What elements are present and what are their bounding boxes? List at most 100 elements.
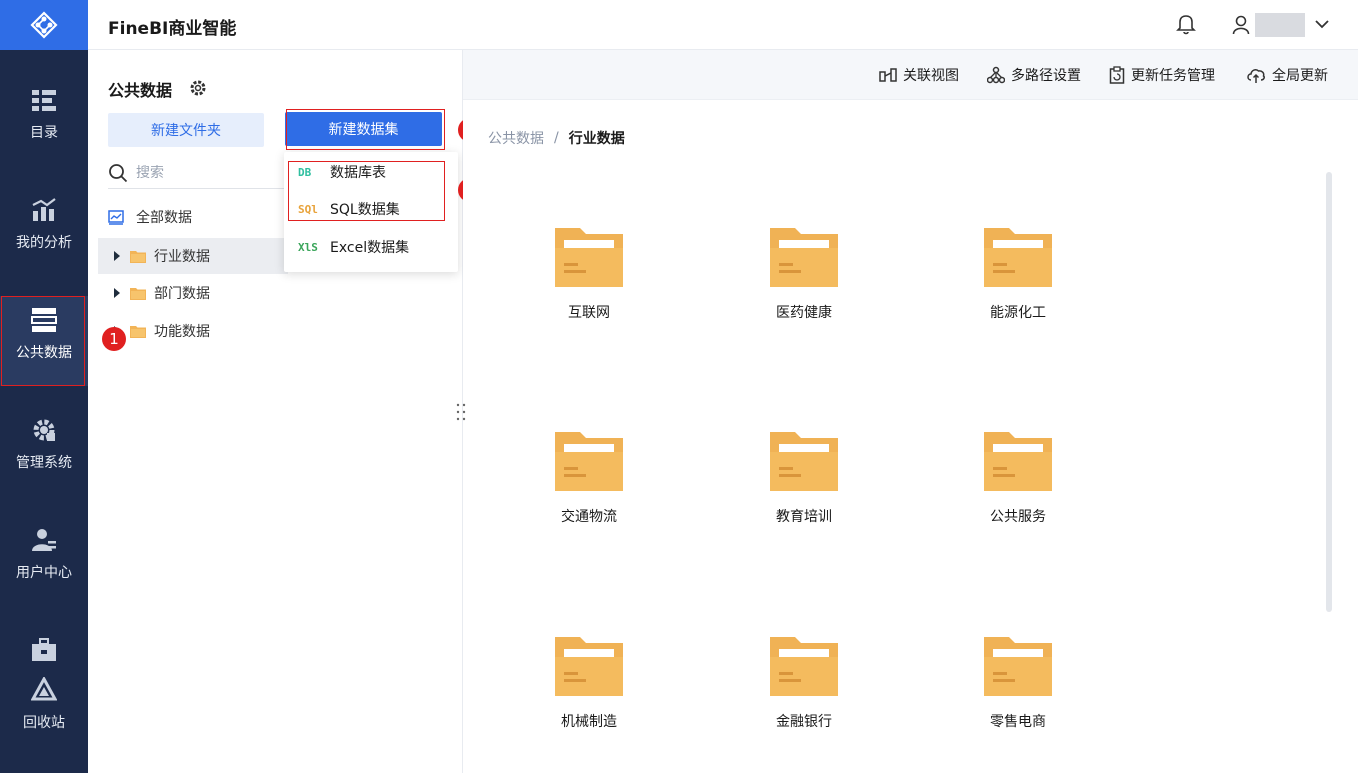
top-header: FineBI商业智能 (88, 0, 1358, 50)
nav-item-catalog[interactable]: 目录 (0, 86, 88, 142)
logo-icon (30, 11, 58, 39)
folder-label: 能源化工 (990, 305, 1046, 321)
folder-icon (984, 637, 1052, 696)
tree-item-industry[interactable]: 行业数据 (98, 238, 288, 274)
breadcrumb-current: 行业数据 (568, 131, 625, 147)
excel-icon: XlS (298, 240, 318, 254)
app-title: FineBI商业智能 (108, 19, 237, 39)
catalog-icon (30, 86, 58, 114)
toolbar-label: 关联视图 (903, 68, 959, 84)
folder-label: 金融银行 (776, 714, 832, 730)
dropdown-item-label: Excel数据集 (330, 240, 410, 256)
update-task-button[interactable]: 更新任务管理 (1109, 65, 1215, 85)
app-root: 目录 我的分析 公共数据 管理系统 用户中心 回收站 FineBI商业智能 公共… (0, 0, 1358, 773)
folder-icon (130, 288, 146, 300)
clipboard-icon (1109, 66, 1125, 84)
folder-icon (555, 637, 623, 696)
folder-item[interactable]: 公共服务 (958, 430, 1078, 526)
tree-root[interactable]: 全部数据 (98, 199, 288, 235)
chevron-down-icon[interactable] (1314, 16, 1330, 32)
folder-label: 交通物流 (561, 509, 617, 525)
left-nav: 目录 我的分析 公共数据 管理系统 用户中心 回收站 (0, 0, 88, 773)
tree-item-function[interactable]: 功能数据 (98, 313, 288, 349)
search-icon (109, 163, 128, 182)
folder-icon (770, 432, 838, 491)
gear-icon (30, 416, 58, 444)
multipath-settings-button[interactable]: 多路径设置 (987, 65, 1081, 85)
folder-icon (130, 251, 146, 263)
breadcrumb-separator: / (554, 130, 559, 146)
folder-item[interactable]: 零售电商 (958, 635, 1078, 731)
cloud-update-icon (1247, 69, 1265, 83)
user-center-icon (30, 526, 58, 554)
nav-item-tools[interactable] (0, 636, 88, 672)
relation-view-button[interactable]: 关联视图 (879, 65, 959, 85)
search-box (108, 157, 288, 189)
multipath-icon (987, 66, 1005, 84)
folder-label: 医药健康 (776, 305, 832, 321)
folder-label: 公共服务 (990, 509, 1046, 525)
folder-item[interactable]: 金融银行 (744, 635, 864, 731)
highlight-box-nav (1, 296, 85, 386)
toolbar-label: 更新任务管理 (1131, 68, 1215, 84)
nav-item-manage-system[interactable]: 管理系统 (0, 416, 88, 472)
global-update-button[interactable]: 全局更新 (1246, 65, 1328, 85)
tree-root-label: 全部数据 (136, 210, 192, 226)
folder-icon (130, 326, 146, 338)
main-content: 关联视图 多路径设置 更新任务管理 全局更新 公共数据 / 行业数据 互联网 医药… (463, 50, 1358, 773)
nav-label: 我的分析 (16, 235, 72, 251)
folder-item[interactable]: 机械制造 (529, 635, 649, 731)
folder-label: 互联网 (568, 305, 610, 321)
tree-item-department[interactable]: 部门数据 (98, 275, 288, 311)
breadcrumb-parent[interactable]: 公共数据 (488, 128, 544, 148)
all-data-icon (108, 210, 124, 225)
user-name-placeholder[interactable] (1255, 13, 1305, 37)
panel-resize-handle-icon[interactable] (456, 403, 466, 421)
new-folder-button[interactable]: 新建文件夹 (108, 113, 264, 147)
folder-item[interactable]: 医药健康 (744, 226, 864, 322)
folder-icon (770, 637, 838, 696)
dropdown-item-excel-dataset[interactable]: XlS Excel数据集 (284, 229, 458, 265)
bell-icon[interactable] (1176, 13, 1196, 35)
tree-item-label: 行业数据 (154, 249, 210, 265)
scrollbar[interactable] (1326, 172, 1332, 612)
folder-item[interactable]: 交通物流 (529, 430, 649, 526)
breadcrumb: 公共数据 / 行业数据 (488, 128, 625, 148)
search-input[interactable] (136, 164, 276, 181)
nav-label: 回收站 (23, 715, 65, 731)
analysis-icon (30, 196, 58, 224)
toolbar-label: 多路径设置 (1011, 68, 1081, 84)
logo[interactable] (0, 0, 88, 50)
caret-right-icon[interactable] (114, 251, 120, 261)
folder-label: 教育培训 (776, 509, 832, 525)
folder-label: 零售电商 (990, 714, 1046, 730)
highlight-box-new-dataset (286, 109, 445, 150)
nav-item-analysis[interactable]: 我的分析 (0, 196, 88, 252)
nav-item-user-center[interactable]: 用户中心 (0, 526, 88, 582)
folder-item[interactable]: 互联网 (529, 226, 649, 322)
nav-label: 管理系统 (16, 455, 72, 471)
folder-icon (984, 228, 1052, 287)
nav-item-recycle[interactable]: 回收站 (0, 676, 88, 732)
relation-view-icon (879, 68, 897, 82)
settings-gear-icon[interactable] (189, 79, 207, 97)
user-icon[interactable] (1232, 14, 1250, 36)
folder-label: 机械制造 (561, 714, 617, 730)
folder-item[interactable]: 能源化工 (958, 226, 1078, 322)
highlight-box-dropdown (288, 161, 445, 221)
tree-item-label: 功能数据 (154, 324, 210, 340)
panel-title: 公共数据 (108, 81, 173, 100)
folder-icon (770, 228, 838, 287)
tree-item-label: 部门数据 (154, 286, 210, 302)
folder-icon (555, 432, 623, 491)
toolbar-label: 全局更新 (1272, 68, 1328, 84)
folder-item[interactable]: 教育培训 (744, 430, 864, 526)
folder-icon (555, 228, 623, 287)
caret-right-icon[interactable] (114, 288, 120, 298)
nav-label: 用户中心 (16, 565, 72, 581)
step-badge-1: 1 (102, 327, 126, 351)
recycle-icon (30, 676, 58, 704)
folder-icon (984, 432, 1052, 491)
nav-label: 目录 (30, 125, 58, 141)
main-toolbar: 关联视图 多路径设置 更新任务管理 全局更新 (463, 50, 1358, 100)
